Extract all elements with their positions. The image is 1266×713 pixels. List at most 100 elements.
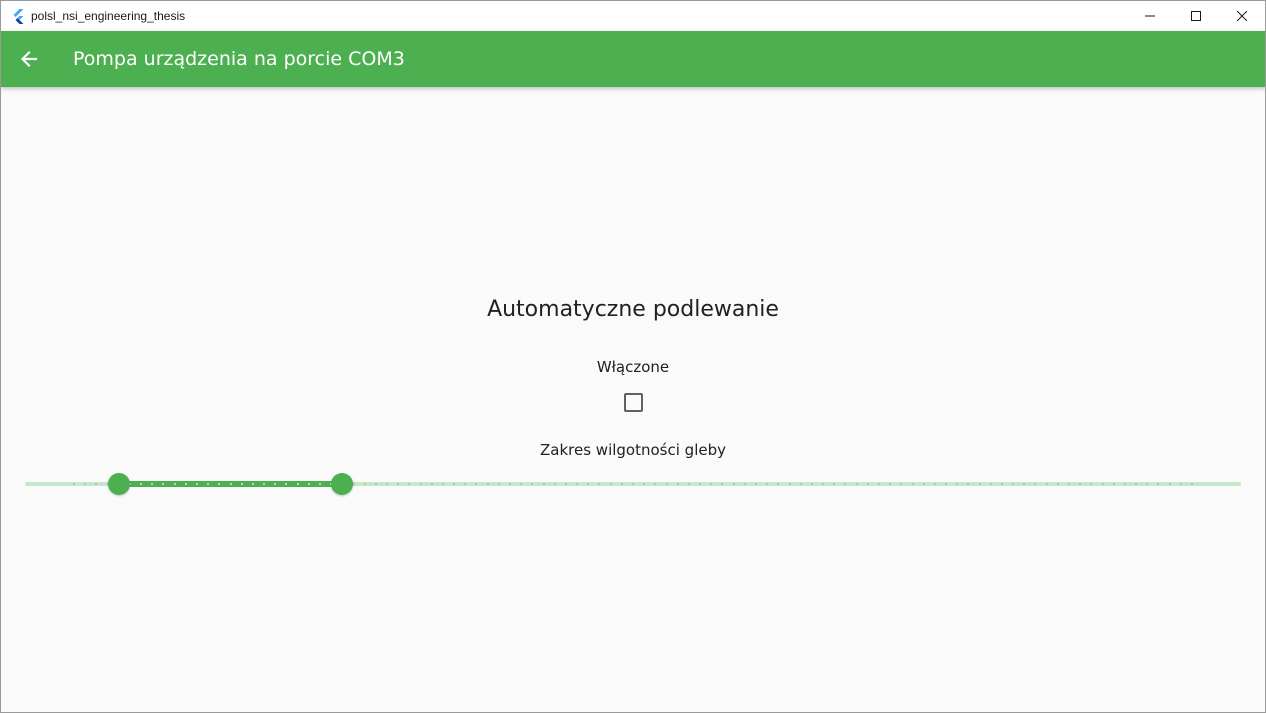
slider-tick <box>665 483 668 485</box>
slider-tick <box>620 483 623 485</box>
slider-tick <box>285 483 288 485</box>
slider-tick <box>318 483 321 485</box>
range-start-thumb[interactable] <box>107 473 130 495</box>
slider-tick <box>486 483 489 485</box>
back-button[interactable] <box>9 39 49 79</box>
slider-tick <box>732 483 735 485</box>
slider-tick <box>374 483 377 485</box>
slider-tick <box>788 483 791 485</box>
slider-tick <box>184 483 187 485</box>
slider-tick <box>531 483 534 485</box>
soil-moisture-range-slider[interactable] <box>25 471 1241 497</box>
slider-tick <box>866 483 869 485</box>
slider-tick <box>307 483 310 485</box>
slider-tick <box>1123 483 1126 485</box>
slider-tick <box>699 483 702 485</box>
auto-watering-heading: Automatyczne podlewanie <box>487 297 779 322</box>
slider-tick <box>1179 483 1182 485</box>
slider-tick <box>587 483 590 485</box>
slider-tick <box>195 483 198 485</box>
slider-tick <box>844 483 847 485</box>
slider-tick <box>632 483 634 485</box>
slider-tick <box>654 483 657 485</box>
slider-tick <box>945 483 948 485</box>
slider-tick <box>1146 483 1149 485</box>
slider-tick <box>822 483 825 485</box>
slider-tick <box>475 483 478 485</box>
slider-tick <box>810 483 813 485</box>
maximize-button[interactable] <box>1173 1 1219 31</box>
app-window: polsl_nsi_engineering_thesis Pompa urząd… <box>0 0 1266 713</box>
slider-tick <box>140 483 143 485</box>
range-end-thumb[interactable] <box>331 473 354 495</box>
pump-settings-panel: Automatyczne podlewanie Włączone Zakres … <box>1 87 1265 712</box>
slider-tick <box>419 483 422 485</box>
title-bar: polsl_nsi_engineering_thesis <box>1 1 1265 31</box>
slider-tick <box>1112 483 1115 485</box>
slider-tick <box>162 483 165 485</box>
slider-tick <box>509 483 512 485</box>
window-title: polsl_nsi_engineering_thesis <box>31 9 186 23</box>
slider-tick <box>553 483 556 485</box>
slider-tick <box>386 483 389 485</box>
slider-tick <box>777 483 780 485</box>
slider-tick <box>207 483 210 485</box>
app-bar: Pompa urządzenia na porcie COM3 <box>1 31 1265 87</box>
slider-tick <box>84 483 87 485</box>
slider-tick <box>609 483 612 485</box>
slider-tick <box>799 483 802 485</box>
slider-tick <box>598 483 601 485</box>
slider-tick <box>889 483 892 485</box>
minimize-icon <box>1145 15 1155 17</box>
slider-tick <box>967 483 970 485</box>
slider-tick <box>922 483 925 485</box>
arrow-back-icon <box>20 50 38 68</box>
slider-tick <box>1090 483 1093 485</box>
slider-tick <box>576 483 579 485</box>
slider-tick <box>1012 483 1015 485</box>
slider-tick <box>676 483 679 485</box>
slider-tick <box>251 483 254 485</box>
close-icon <box>1237 11 1247 21</box>
slider-tick <box>911 483 914 485</box>
slider-tick <box>296 483 299 485</box>
slider-tick <box>1135 483 1138 485</box>
slider-tick <box>564 483 567 485</box>
slider-tick <box>833 483 836 485</box>
slider-tick <box>1045 483 1048 485</box>
slider-tick <box>263 483 266 485</box>
slider-tick <box>1079 483 1082 485</box>
enabled-checkbox[interactable] <box>624 393 643 412</box>
slider-tick <box>497 483 500 485</box>
close-button[interactable] <box>1219 1 1265 31</box>
slider-tick <box>877 483 880 485</box>
slider-tick <box>743 483 746 485</box>
slider-tick <box>710 483 713 485</box>
slider-tick <box>643 483 646 485</box>
slider-tick <box>73 483 75 485</box>
slider-tick <box>900 483 903 485</box>
slider-tick <box>956 483 959 485</box>
slider-tick <box>520 483 523 485</box>
slider-tick <box>1000 483 1003 485</box>
page-title: Pompa urządzenia na porcie COM3 <box>73 48 405 70</box>
slider-tick <box>1101 483 1104 485</box>
slider-tick <box>1168 483 1171 485</box>
slider-tick <box>274 483 277 485</box>
maximize-icon <box>1191 11 1201 21</box>
slider-tick <box>408 483 411 485</box>
slider-tick <box>453 483 456 485</box>
slider-tick <box>1191 483 1193 485</box>
slider-tick <box>441 483 444 485</box>
slider-tick <box>464 483 467 485</box>
flutter-logo-icon <box>13 9 24 24</box>
soil-moisture-range-label: Zakres wilgotności gleby <box>540 441 726 459</box>
slider-tick <box>229 483 232 485</box>
slider-tick <box>989 483 992 485</box>
slider-tick <box>1068 483 1071 485</box>
slider-tick <box>754 483 757 485</box>
slider-tick <box>1157 483 1160 485</box>
slider-tick <box>721 483 724 485</box>
minimize-button[interactable] <box>1127 1 1173 31</box>
slider-tick <box>766 483 769 485</box>
